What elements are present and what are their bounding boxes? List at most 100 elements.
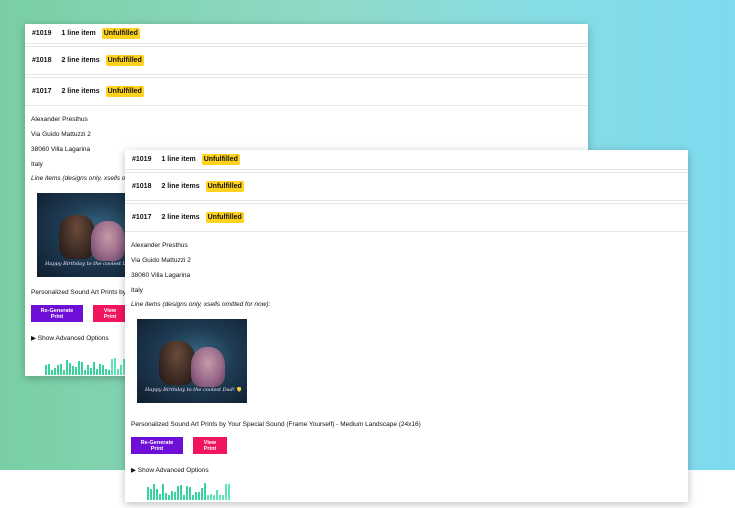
order-number: #1018 (132, 183, 152, 190)
waveform-bar (216, 489, 218, 500)
waveform-bar (114, 358, 116, 375)
waveform-bar (102, 364, 104, 375)
design-preview-image: Happy Birthday to the coolest Dad! 💛 (137, 319, 247, 403)
waveform-bar (117, 369, 119, 375)
order-number: #1018 (32, 57, 52, 64)
waveform-bar (177, 485, 179, 500)
waveform-bar (96, 368, 98, 375)
waveform-bar (165, 492, 167, 500)
waveform-bar (51, 369, 53, 375)
line-items-note: Line items (designs only, xsells omitted… (131, 301, 271, 308)
order-number: #1017 (132, 214, 152, 221)
order-row-1017[interactable]: #1017 2 line items Unfulfilled (125, 203, 688, 232)
order-row-1017[interactable]: #1017 2 line items Unfulfilled (25, 77, 588, 106)
status-badge: Unfulfilled (105, 55, 144, 66)
waveform-bar (207, 494, 209, 500)
waveform-bar (192, 495, 194, 500)
waveform-bar (228, 484, 230, 500)
waveform-bar (171, 490, 173, 500)
status-badge: Unfulfilled (201, 154, 240, 165)
order-detail: Alexander Presthus Via Guido Mattuzzi 2 … (125, 232, 688, 474)
waveform-bar (153, 484, 155, 500)
line-item-count: 2 line items (61, 88, 100, 95)
order-row-1019[interactable]: #1019 1 line item Unfulfilled (125, 150, 688, 170)
line-item-count: 2 line items (161, 183, 200, 190)
waveform-bar (93, 362, 95, 375)
waveform-bar (75, 367, 77, 375)
waveform-bar (189, 486, 191, 500)
waveform-bar (81, 362, 83, 375)
waveform-bar (219, 494, 221, 500)
status-badge: Unfulfilled (105, 86, 144, 97)
waveform-bar (195, 491, 197, 500)
waveform-bar (225, 484, 227, 500)
waveform-bar (213, 494, 215, 500)
regenerate-print-button[interactable]: Re-Generate Print (31, 305, 83, 322)
waveform-bar (156, 489, 158, 500)
order-panel-front: #1019 1 line item Unfulfilled #1018 2 li… (125, 150, 688, 502)
waveform-bar (105, 368, 107, 375)
waveform-bar (159, 494, 161, 500)
waveform-bar (204, 483, 206, 500)
waveform-bar (87, 364, 89, 375)
waveform-bar (57, 365, 59, 375)
waveform-bar (45, 364, 47, 375)
line-item-count: 1 line item (161, 156, 196, 163)
order-number: #1019 (32, 30, 52, 37)
waveform-bar (201, 488, 203, 500)
waveform-bar (72, 365, 74, 375)
waveform-bar (186, 486, 188, 500)
status-badge: Unfulfilled (101, 28, 140, 39)
figure-adult (59, 215, 95, 259)
action-buttons: Re-Generate Print View Print (131, 437, 682, 454)
figure-child (91, 221, 125, 261)
waveform-bar (66, 359, 68, 375)
waveform-graphic (147, 482, 230, 500)
waveform-bar (63, 369, 65, 375)
waveform-bar (99, 363, 101, 375)
waveform-bar (90, 367, 92, 375)
view-print-button[interactable]: View Print (93, 305, 127, 322)
waveform-bar (162, 484, 164, 500)
waveform-bar (168, 495, 170, 500)
waveform-bar (222, 494, 224, 500)
waveform-bar (180, 484, 182, 500)
order-number: #1019 (132, 156, 152, 163)
address-street: Via Guido Mattuzzi 2 (31, 131, 91, 138)
waveform-bar (84, 370, 86, 375)
waveform-bar (147, 486, 149, 500)
waveform-bar (150, 488, 152, 500)
figure-adult (159, 341, 195, 385)
regenerate-print-button[interactable]: Re-Generate Print (131, 437, 183, 454)
product-title: Personalized Sound Art Prints by Your Sp… (131, 421, 421, 428)
line-item-count: 2 line items (61, 57, 100, 64)
address-street: Via Guido Mattuzzi 2 (131, 257, 191, 264)
order-number: #1017 (32, 88, 52, 95)
waveform-graphic (45, 357, 134, 375)
waveform-bar (210, 494, 212, 500)
waveform-bar (54, 367, 56, 375)
customer-name: Alexander Presthus (31, 116, 88, 123)
figure-child (191, 347, 225, 387)
status-badge: Unfulfilled (205, 181, 244, 192)
waveform-bar (183, 494, 185, 500)
order-row-1018[interactable]: #1018 2 line items Unfulfilled (25, 46, 588, 75)
waveform-bar (48, 363, 50, 375)
line-item-count: 1 line item (61, 30, 96, 37)
order-row-1018[interactable]: #1018 2 line items Unfulfilled (125, 172, 688, 201)
waveform-bar (78, 360, 80, 375)
view-print-button[interactable]: View Print (193, 437, 227, 454)
waveform-bar (198, 492, 200, 500)
line-item-count: 2 line items (161, 214, 200, 221)
waveform-bar (69, 363, 71, 375)
order-row-1019[interactable]: #1019 1 line item Unfulfilled (25, 24, 588, 44)
waveform-bar (111, 358, 113, 375)
customer-name: Alexander Presthus (131, 242, 188, 249)
status-badge: Unfulfilled (205, 212, 244, 223)
waveform-bar (120, 365, 122, 375)
waveform-bar (174, 492, 176, 500)
waveform-bar (60, 364, 62, 375)
address-city: 38060 Villa Lagarina (131, 272, 191, 279)
show-advanced-options-toggle[interactable]: ▶ Show Advanced Options (131, 466, 682, 474)
image-caption: Happy Birthday to the coolest Dad! 💛 (145, 387, 241, 393)
